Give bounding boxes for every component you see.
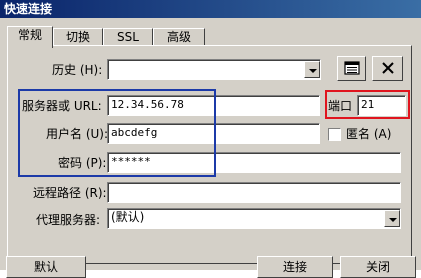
close-button[interactable]: 关闭 (340, 256, 416, 278)
proxy-dropdown-button[interactable] (384, 210, 400, 227)
history-combo[interactable] (107, 59, 321, 80)
remote-path-input[interactable] (107, 182, 401, 203)
history-manage-button[interactable] (337, 56, 366, 81)
red-highlight-box (325, 90, 410, 119)
close-icon (381, 62, 394, 74)
connect-button[interactable]: 连接 (257, 256, 333, 278)
anonymous-checkbox[interactable] (328, 128, 341, 141)
quick-connect-window: 快速连接 常规 切换 SSL 高级 历史 (H): 服务器或 URL: 12.3… (0, 0, 421, 278)
window-title: 快速连接 (0, 0, 421, 18)
history-delete-button[interactable] (372, 56, 403, 81)
proxy-label: 代理服务器: (36, 213, 101, 227)
default-button[interactable]: 默认 (6, 256, 86, 278)
proxy-select[interactable]: (默认) (107, 208, 401, 229)
tab-ssl[interactable]: SSL (103, 28, 153, 46)
list-icon (343, 61, 360, 75)
history-dropdown-button[interactable] (304, 61, 320, 78)
tab-advanced[interactable]: 高级 (153, 28, 205, 46)
remote-path-label: 远程路径 (R): (33, 186, 107, 200)
tab-general[interactable]: 常规 (7, 26, 53, 48)
blue-highlight-box (18, 89, 216, 177)
tab-switch[interactable]: 切换 (53, 28, 103, 46)
anonymous-label: 匿名 (A) (346, 127, 392, 141)
history-label: 历史 (H): (52, 63, 103, 77)
